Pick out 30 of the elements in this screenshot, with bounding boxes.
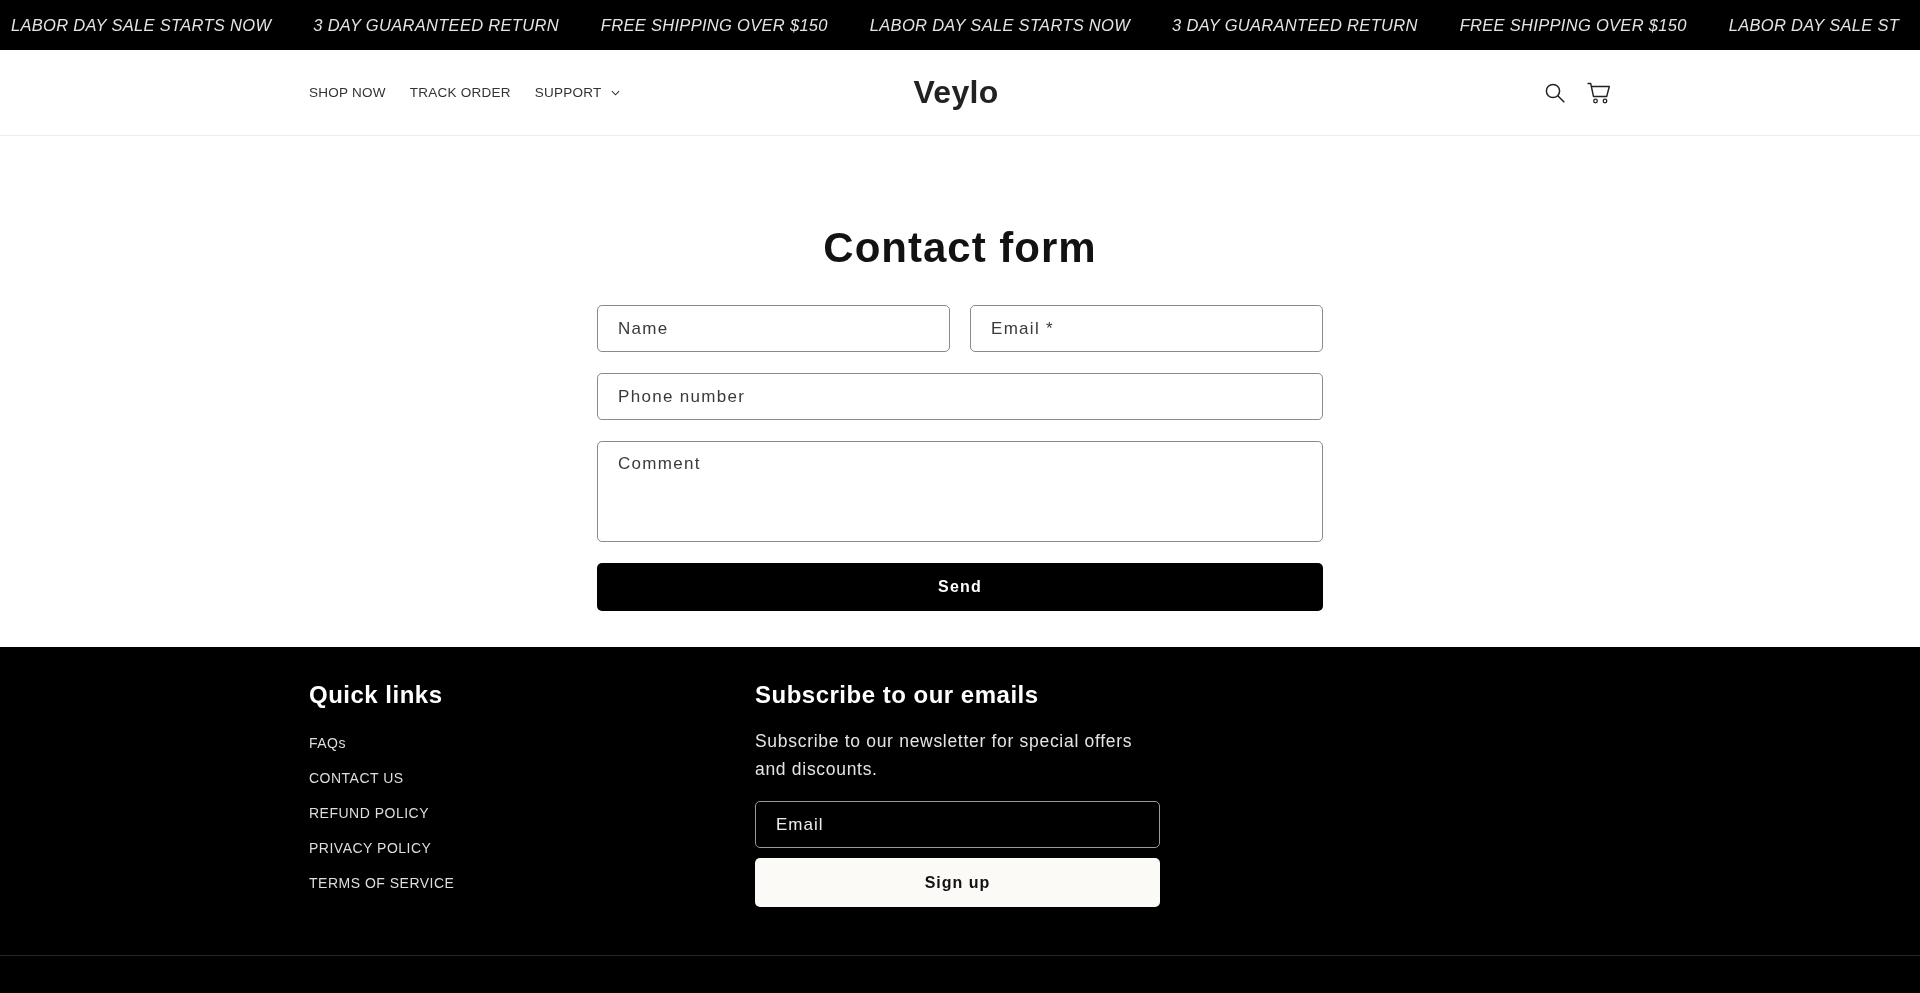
announcement-text: LABOR DAY SALE ST bbox=[1728, 15, 1900, 35]
announcement-text: FREE SHIPPING OVER $150 bbox=[600, 15, 828, 35]
footer-link[interactable]: FAQs bbox=[309, 734, 346, 752]
footer-heading: Subscribe to our emails bbox=[755, 680, 1039, 710]
site-logo[interactable]: Veylo bbox=[913, 74, 999, 111]
cart-icon[interactable] bbox=[1587, 81, 1611, 104]
announcement-text: FREE SHIPPING OVER $150 bbox=[1459, 15, 1687, 35]
input-field[interactable]: Email * bbox=[970, 305, 1323, 352]
page-title: Contact form bbox=[823, 223, 1097, 273]
announcement-text: 3 DAY GUARANTEED RETURN bbox=[1172, 15, 1418, 35]
footer-link[interactable]: PRIVACY POLICY bbox=[309, 839, 432, 857]
search-icon[interactable] bbox=[1545, 82, 1565, 103]
announcement-text: 3 DAY GUARANTEED RETURN bbox=[313, 15, 559, 35]
nav-link[interactable]: TRACK ORDER bbox=[409, 85, 511, 100]
input-field[interactable]: Name bbox=[597, 305, 950, 352]
nav-dropdown[interactable]: SUPPORT bbox=[534, 85, 620, 100]
comment-field[interactable]: Comment bbox=[597, 441, 1323, 542]
nav-link[interactable]: SHOP NOW bbox=[309, 85, 386, 100]
footer-link[interactable]: CONTACT US bbox=[309, 769, 404, 787]
caret-icon bbox=[610, 89, 620, 96]
input-field[interactable]: Phone number bbox=[597, 373, 1323, 420]
signup-button[interactable]: Sign up bbox=[755, 858, 1160, 907]
email-field[interactable]: Email bbox=[755, 801, 1160, 848]
newsletter-text: Subscribe to our newsletter for special offers and discounts. bbox=[755, 730, 1134, 781]
announcement-text: LABOR DAY SALE STARTS NOW bbox=[869, 15, 1131, 35]
footer-heading: Quick links bbox=[309, 680, 443, 710]
announcement-text: LABOR DAY SALE STARTS NOW bbox=[11, 15, 272, 35]
footer-link[interactable]: TERMS OF SERVICE bbox=[309, 874, 455, 892]
footer-link[interactable]: REFUND POLICY bbox=[309, 804, 430, 822]
send-button[interactable]: Send bbox=[597, 563, 1323, 611]
